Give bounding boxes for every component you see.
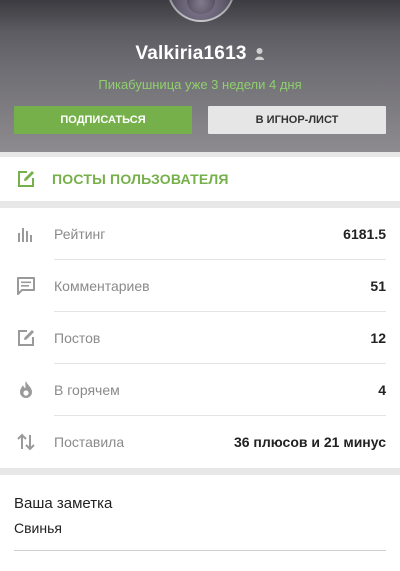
stat-label: В горячем bbox=[54, 382, 120, 398]
user-posts-label: ПОСТЫ ПОЛЬЗОВАТЕЛЯ bbox=[52, 171, 229, 187]
avatar[interactable] bbox=[167, 0, 235, 22]
stat-value: 4 bbox=[378, 382, 386, 398]
subscribe-button-label: ПОДПИСАТЬСЯ bbox=[60, 114, 146, 126]
edit-icon bbox=[16, 169, 36, 189]
stat-value: 36 плюсов и 21 минус bbox=[233, 434, 386, 450]
stat-label: Комментариев bbox=[54, 278, 150, 294]
comment-icon bbox=[16, 276, 36, 296]
note-field[interactable]: Свинья bbox=[14, 520, 62, 536]
user-posts-link[interactable]: ПОСТЫ ПОЛЬЗОВАТЕЛЯ bbox=[0, 157, 400, 201]
section-divider bbox=[0, 201, 400, 208]
stat-row-comments[interactable]: Комментариев 51 bbox=[0, 260, 400, 312]
stat-value: 12 bbox=[370, 330, 386, 346]
bar-chart-icon bbox=[16, 224, 36, 244]
ignore-list-button[interactable]: В ИГНОР-ЛИСТ bbox=[208, 106, 386, 134]
note-title: Ваша заметка bbox=[14, 495, 113, 512]
member-since: Пикабушница уже 3 недели 4 дня bbox=[98, 77, 302, 92]
female-user-icon bbox=[254, 47, 265, 61]
ignore-list-button-label: В ИГНОР-ЛИСТ bbox=[255, 114, 339, 126]
note-field-underline bbox=[14, 550, 386, 551]
edit-icon bbox=[16, 328, 36, 348]
flame-icon bbox=[16, 380, 36, 400]
stat-label: Постов bbox=[54, 330, 101, 346]
stat-row-hot[interactable]: В горячем 4 bbox=[0, 364, 400, 416]
section-divider bbox=[0, 468, 400, 475]
profile-header: Valkiria1613 Пикабушница уже 3 недели 4 … bbox=[0, 0, 400, 152]
username-row: Valkiria1613 bbox=[0, 42, 400, 66]
stat-label: Поставила bbox=[54, 434, 125, 450]
up-down-arrows-icon bbox=[16, 432, 36, 452]
stats-list: Рейтинг 6181.5 Комментариев 51 Постов 12 bbox=[0, 208, 400, 468]
username: Valkiria1613 bbox=[135, 43, 247, 64]
stat-row-rating: Рейтинг 6181.5 bbox=[0, 208, 400, 260]
stat-value: 51 bbox=[370, 278, 386, 294]
stat-row-posts[interactable]: Постов 12 bbox=[0, 312, 400, 364]
subscribe-button[interactable]: ПОДПИСАТЬСЯ bbox=[14, 106, 192, 134]
stat-row-votes: Поставила 36 плюсов и 21 минус bbox=[0, 416, 400, 468]
stat-label: Рейтинг bbox=[54, 226, 106, 242]
stat-value: 6181.5 bbox=[343, 226, 386, 242]
